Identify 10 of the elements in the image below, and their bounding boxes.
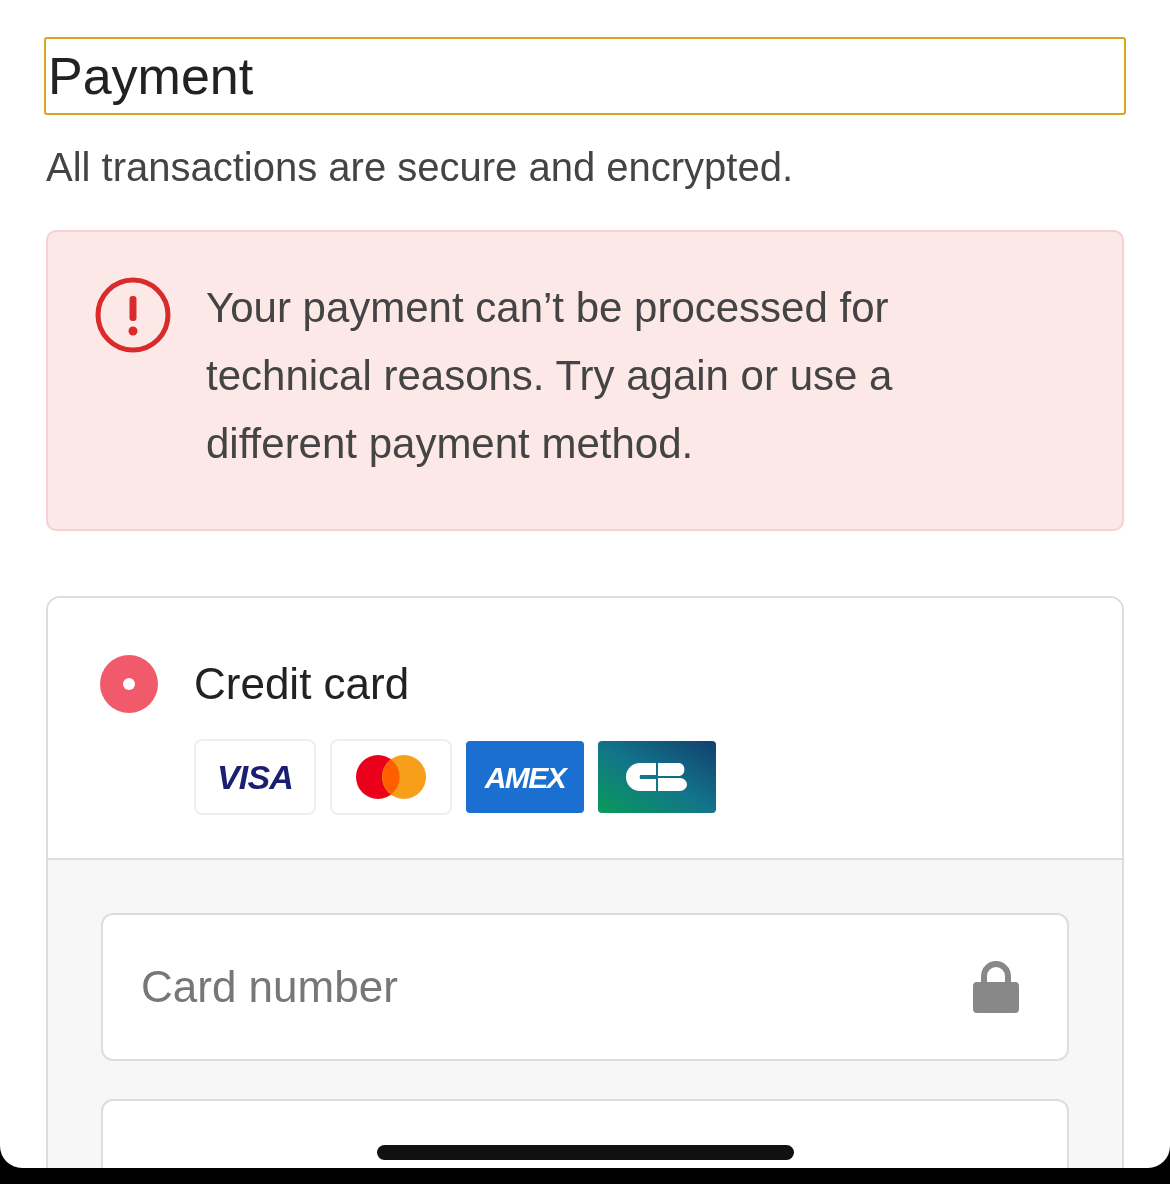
lock-icon [973,961,1019,1013]
card-logo: AMEX [466,741,584,813]
method-label: Credit card [194,658,410,710]
input-field[interactable]: Card number [101,913,1069,1061]
radio-button[interactable] [100,655,158,713]
subtitle: All transactions are secure and encrypted. [46,144,795,191]
error-icon [94,276,172,354]
error-message: Your payment can’t be processed for technical reasons. Try again or use a different payment method. [206,283,894,469]
card-logo: VISA [194,739,316,815]
page-heading: Payment [44,37,1126,115]
